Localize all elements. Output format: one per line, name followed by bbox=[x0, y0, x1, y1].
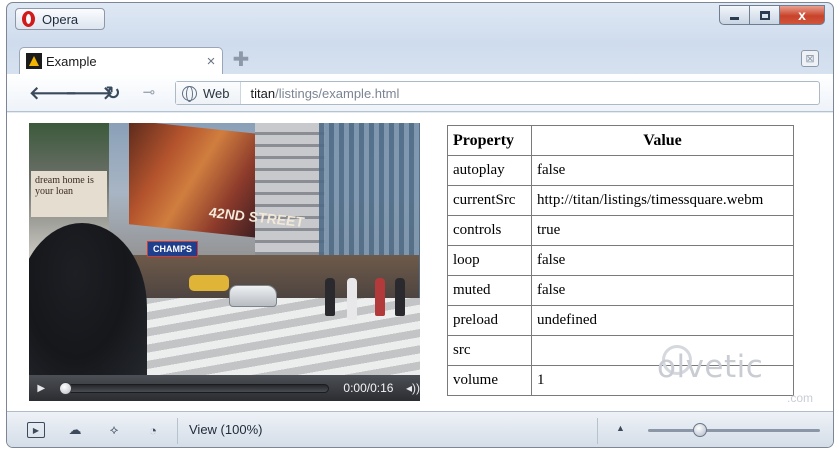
page-content: dream home is your loan 42ND STREET CHAM… bbox=[7, 113, 833, 411]
close-icon: x bbox=[798, 7, 806, 23]
video-scene-car bbox=[229, 285, 277, 307]
warning-triangle-icon bbox=[26, 53, 42, 69]
tab-close-icon[interactable]: × bbox=[200, 53, 222, 70]
play-icon[interactable]: ▶ bbox=[29, 375, 54, 401]
key-icon[interactable]: ⊸ bbox=[139, 83, 159, 103]
property-value: false bbox=[531, 155, 794, 186]
opera-unite-cloud-icon[interactable]: ☁ bbox=[66, 422, 84, 438]
property-name: volume bbox=[447, 365, 532, 396]
new-tab-icon[interactable]: ✚ bbox=[232, 50, 250, 70]
share-icon[interactable]: ⟡ bbox=[105, 422, 123, 438]
reload-icon[interactable]: ↻ bbox=[103, 83, 123, 103]
minimize-button[interactable] bbox=[719, 5, 749, 25]
opera-logo-icon bbox=[22, 11, 35, 27]
window-controls: x bbox=[719, 5, 825, 25]
minimize-icon bbox=[730, 16, 739, 20]
maximize-icon bbox=[759, 10, 770, 20]
address-bar[interactable]: Web titan/listings/example.html bbox=[175, 81, 820, 105]
url-host: titan bbox=[250, 85, 276, 101]
video-scene-person bbox=[325, 278, 335, 316]
property-name: currentSrc bbox=[447, 185, 532, 216]
table-header-row: Property Value bbox=[447, 125, 794, 156]
property-value: false bbox=[531, 245, 794, 276]
zoom-menu-icon[interactable]: ▲ bbox=[616, 423, 625, 433]
table-row: autoplay false bbox=[447, 155, 794, 186]
property-value: http://titan/listings/timessquare.webm bbox=[531, 185, 794, 216]
watermark-suffix: .com bbox=[787, 391, 814, 405]
video-scene-foreground-head bbox=[29, 223, 147, 393]
site-info-badge[interactable]: Web bbox=[176, 82, 241, 104]
video-seek-bar[interactable] bbox=[58, 381, 330, 395]
turbo-gauge-icon[interactable]: ◔ bbox=[144, 422, 162, 438]
back-arrow-icon[interactable]: 🡐 bbox=[29, 83, 77, 103]
table-row: preload undefined bbox=[447, 305, 794, 336]
video-player[interactable]: dream home is your loan 42ND STREET CHAM… bbox=[29, 123, 420, 401]
video-scene-person bbox=[375, 278, 385, 316]
property-name: muted bbox=[447, 275, 532, 306]
table-row: currentSrc http://titan/listings/timessq… bbox=[447, 185, 794, 216]
video-seek-thumb[interactable] bbox=[58, 381, 72, 395]
video-controls: ▶ 0:00/0:16 ◂)) bbox=[29, 375, 420, 401]
column-header-property: Property bbox=[447, 125, 532, 156]
status-bar: ▶ ☁ ⟡ ◔ View (100%) ▲ bbox=[7, 411, 833, 447]
property-name: src bbox=[447, 335, 532, 366]
status-divider bbox=[177, 418, 178, 444]
address-url[interactable]: titan/listings/example.html bbox=[241, 86, 400, 101]
watermark-text: olvetic bbox=[657, 349, 764, 385]
property-name: autoplay bbox=[447, 155, 532, 186]
opera-menu-label: Opera bbox=[42, 11, 79, 27]
navigation-toolbar: 🡐 🡒 ↻ ⊸ Web titan/listings/example.html bbox=[7, 74, 833, 112]
zoom-slider[interactable] bbox=[648, 423, 820, 437]
closed-tabs-trash-icon[interactable]: ⊠ bbox=[801, 50, 819, 67]
video-scene-person bbox=[395, 278, 405, 316]
property-name: controls bbox=[447, 215, 532, 246]
forward-arrow-icon[interactable]: 🡒 bbox=[65, 83, 113, 103]
url-path: /listings/example.html bbox=[275, 85, 400, 101]
zoom-slider-thumb[interactable] bbox=[692, 423, 707, 437]
video-scene-sign: dream home is your loan bbox=[31, 171, 107, 217]
view-zoom-label[interactable]: View (100%) bbox=[189, 422, 262, 437]
video-time-display: 0:00/0:16 bbox=[343, 381, 394, 395]
opera-menu-button[interactable]: Opera bbox=[15, 8, 105, 30]
property-name: loop bbox=[447, 245, 532, 276]
site-info-label: Web bbox=[203, 85, 230, 101]
video-scene-store-sign: CHAMPS bbox=[147, 241, 199, 257]
table-row: loop false bbox=[447, 245, 794, 276]
browser-window: Opera x Example × ✚ ⊠ 🡐 🡒 ↻ ⊸ Web titan/… bbox=[6, 2, 834, 448]
maximize-button[interactable] bbox=[749, 5, 779, 25]
video-scene-person bbox=[347, 278, 357, 320]
close-window-button[interactable]: x bbox=[779, 5, 825, 25]
panel-toggle-icon[interactable]: ▶ bbox=[27, 422, 45, 438]
video-scene-taxi bbox=[189, 275, 229, 291]
globe-icon bbox=[182, 85, 197, 102]
volume-icon[interactable]: ◂)) bbox=[406, 381, 420, 395]
tab-example[interactable]: Example × bbox=[19, 47, 223, 74]
property-value: undefined bbox=[531, 305, 794, 336]
column-header-value: Value bbox=[531, 125, 794, 156]
table-row: controls true bbox=[447, 215, 794, 246]
property-name: preload bbox=[447, 305, 532, 336]
property-value: true bbox=[531, 215, 794, 246]
table-row: muted false bbox=[447, 275, 794, 306]
tab-title: Example bbox=[46, 53, 97, 69]
status-divider bbox=[597, 418, 598, 444]
property-value: false bbox=[531, 275, 794, 306]
